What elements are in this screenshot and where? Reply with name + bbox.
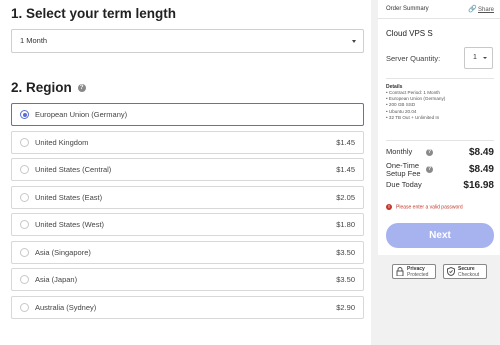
term-length-select[interactable]: 1 Month — [11, 29, 364, 53]
region-option-price: $3.50 — [336, 247, 355, 257]
link-icon: 🔗 — [468, 6, 477, 13]
term-heading: 1. Select your term length — [11, 6, 177, 21]
region-option-price: $1.45 — [336, 137, 355, 147]
region-heading-text: 2. Region — [11, 80, 72, 95]
secure-badge: Secure Checkout — [443, 264, 487, 279]
region-option[interactable]: United States (Central) $1.45 — [11, 158, 364, 181]
secure-badge-subtitle: Checkout — [458, 272, 480, 278]
region-option[interactable]: United Kingdom $1.45 — [11, 130, 364, 154]
region-option-price: $1.45 — [336, 165, 355, 174]
divider — [386, 140, 494, 141]
region-option[interactable]: European Union (Germany) — [11, 103, 364, 126]
region-list: European Union (Germany) United Kingdom $1… — [11, 103, 364, 323]
privacy-badge: Privacy Protected — [392, 264, 436, 279]
due-today-price: $16.98 — [463, 180, 494, 191]
region-option-label: United States (Central) — [35, 165, 112, 174]
radio-button[interactable] — [20, 302, 29, 312]
quantity-label: Server Quantity: — [386, 54, 441, 63]
region-option[interactable]: Asia (Singapore) $3.50 — [11, 240, 364, 264]
region-option[interactable]: Australia (Sydney) $2.90 — [11, 295, 364, 319]
region-heading: 2. Region? — [11, 80, 86, 95]
caret-down-icon — [352, 40, 356, 43]
summary-title: Order Summary — [386, 6, 429, 12]
radio-button[interactable] — [20, 247, 29, 257]
region-option-label: United States (East) — [35, 192, 103, 202]
summary-header: Order Summary 🔗Share — [378, 0, 500, 19]
region-option[interactable]: United States (West) $1.80 — [11, 213, 364, 236]
monthly-label: Monthly — [386, 147, 413, 156]
region-option-price: $3.50 — [336, 275, 355, 284]
next-button[interactable]: Next — [386, 223, 494, 248]
region-option-label: Asia (Japan) — [35, 275, 78, 284]
summary-card: Order Summary 🔗Share Cloud VPS S Server … — [378, 0, 500, 255]
radio-button[interactable] — [20, 137, 29, 147]
share-label: Share — [477, 7, 494, 13]
term-length-value: 1 Month — [20, 36, 48, 45]
region-option-price: $1.80 — [336, 220, 355, 229]
caret-down-icon — [483, 57, 487, 59]
setup-fee-price: $8.49 — [468, 164, 494, 175]
product-name: Cloud VPS S — [386, 29, 433, 38]
quantity-select[interactable]: 1 — [464, 47, 493, 69]
region-option-label: Australia (Sydney) — [35, 302, 97, 312]
due-today-label: Due Today — [386, 180, 422, 189]
monthly-price: $8.49 — [468, 147, 494, 158]
region-option-price: $2.90 — [336, 302, 355, 312]
region-option-price: $2.05 — [336, 192, 355, 202]
setup-fee-label: One-Time Setup Fee — [386, 162, 421, 178]
radio-button[interactable] — [20, 275, 29, 284]
region-option-label: United States (West) — [35, 220, 105, 229]
error-message: ! Please enter a valid password — [386, 204, 463, 210]
region-option-label: European Union (Germany) — [35, 110, 128, 119]
configuration-panel: 1. Select your term length 1 Month 2. Re… — [0, 0, 371, 345]
region-option-label: Asia (Singapore) — [35, 247, 91, 257]
region-option-label: United Kingdom — [35, 137, 89, 147]
details-list: Contract Period: 1 MonthEuropean Union (… — [386, 90, 445, 121]
shield-icon — [447, 266, 455, 277]
divider — [386, 78, 494, 79]
region-option[interactable]: United States (East) $2.05 — [11, 185, 364, 209]
details-item: 32 TB Out + Unlimited In — [386, 115, 445, 121]
radio-button[interactable] — [20, 220, 29, 229]
share-link[interactable]: 🔗Share — [468, 5, 494, 13]
help-icon[interactable]: ? — [426, 149, 433, 156]
help-icon[interactable]: ? — [426, 166, 433, 173]
radio-button[interactable] — [20, 165, 29, 174]
privacy-badge-subtitle: Protected — [407, 272, 429, 278]
quantity-value: 1 — [473, 54, 477, 61]
help-icon[interactable]: ? — [77, 84, 86, 93]
setup-fee-label-line2: Setup Fee — [386, 169, 421, 178]
radio-button[interactable] — [20, 110, 29, 119]
error-text: Please enter a valid password — [396, 204, 463, 211]
alert-icon: ! — [386, 204, 392, 210]
lock-icon — [396, 267, 404, 277]
radio-button[interactable] — [20, 192, 29, 202]
region-option[interactable]: Asia (Japan) $3.50 — [11, 268, 364, 291]
